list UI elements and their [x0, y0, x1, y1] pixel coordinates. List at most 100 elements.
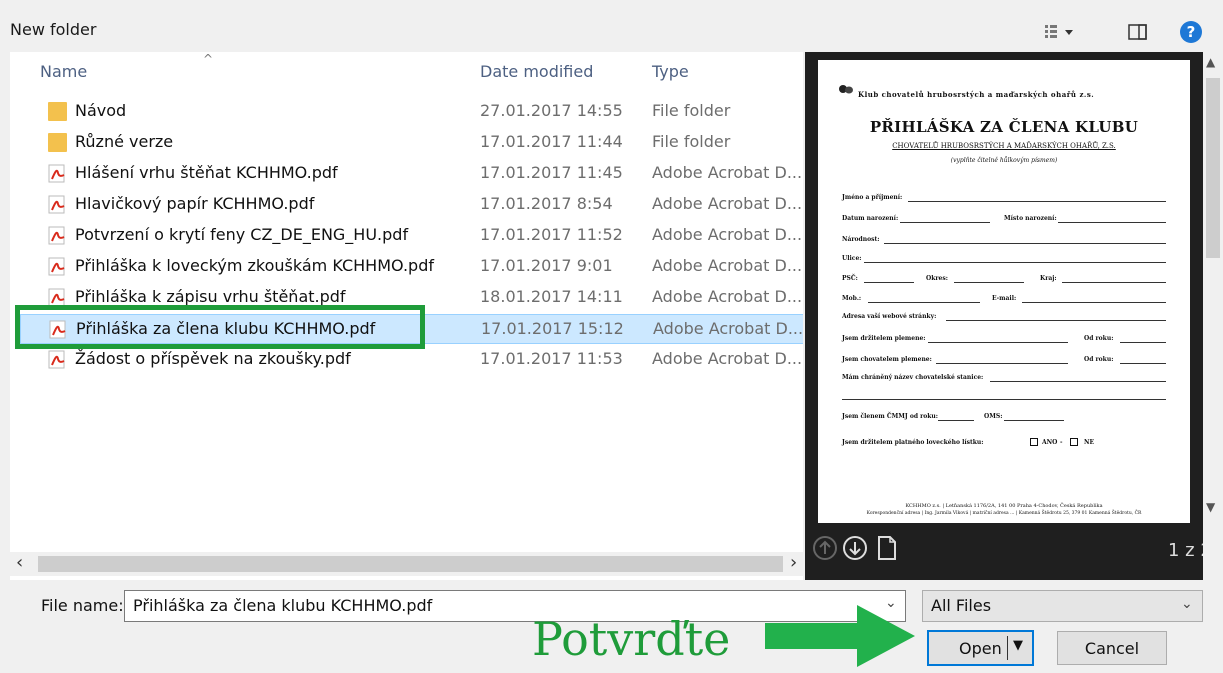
field-street: Ulice:	[842, 255, 862, 262]
file-name: Přihláška k loveckým zkouškám KCHHMO.pdf	[75, 256, 434, 275]
document-org-name: Klub chovatelů hrubosrstých a maďarských…	[858, 90, 1095, 99]
file-date: 17.01.2017 11:53	[480, 349, 623, 368]
file-row[interactable]: Přihláška k loveckým zkouškám KCHHMO.pdf…	[20, 252, 803, 282]
document-subtitle: CHOVATELŮ HRUBOSRSTÝCH A MAĎARSKÝCH OHAŘ…	[892, 142, 1116, 150]
column-header-date[interactable]: Date modified	[480, 62, 593, 81]
arrow-up-circle-icon	[813, 536, 837, 560]
field-breeder-since: Od roku:	[1084, 356, 1114, 363]
file-name: Potvrzení o krytí feny CZ_DE_ENG_HU.pdf	[75, 225, 409, 244]
file-row[interactable]: Hlášení vrhu štěňat KCHHMO.pdf 17.01.2017…	[20, 159, 803, 189]
field-cmmj: Jsem členem ČMMJ od roku:	[842, 413, 939, 420]
file-type: Adobe Acrobat D...	[653, 319, 803, 338]
file-row[interactable]: Hlavičkový papír KCHHMO.pdf 17.01.2017 8:…	[20, 190, 803, 220]
next-page-button[interactable]	[842, 535, 868, 561]
file-row[interactable]: Různé verze 17.01.2017 11:44 File folder	[20, 128, 803, 158]
label-dash: -	[1060, 439, 1063, 446]
document-footer-address: Korespondenční adresa | Ing. Jarmila Vlk…	[866, 511, 1142, 516]
field-pob: Místo narození:	[1004, 215, 1057, 222]
open-dropdown-icon[interactable]: ▼	[1013, 638, 1023, 653]
checkbox-no	[1070, 438, 1078, 446]
field-psc: PSČ:	[842, 275, 858, 282]
new-folder-button[interactable]: New folder	[10, 20, 96, 39]
scroll-right-icon[interactable]: ›	[790, 552, 797, 573]
file-name: Žádost o příspěvek na zkoušky.pdf	[75, 349, 351, 368]
previous-page-button[interactable]	[812, 535, 838, 561]
scroll-down-icon[interactable]: ▼	[1206, 500, 1215, 514]
field-hunting: Jsem držitelem platného loveckého lístku…	[842, 439, 984, 446]
file-date: 18.01.2017 14:11	[480, 287, 623, 306]
filename-value[interactable]: Přihláška za člena klubu KCHHMO.pdf	[133, 596, 432, 615]
toolbar: New folder ?	[0, 0, 1223, 60]
confirm-annotation-text: Potvrďte	[532, 612, 731, 666]
file-date: 17.01.2017 9:01	[480, 256, 613, 275]
pdf-icon	[48, 164, 67, 183]
document-title: PŘIHLÁŠKA ZA ČLENA KLUBU	[869, 118, 1139, 136]
file-type: Adobe Acrobat D...	[652, 287, 803, 306]
field-email: E-mail:	[992, 295, 1017, 302]
page-icon	[878, 536, 896, 560]
preview-scrollbar-thumb[interactable]	[1206, 78, 1220, 258]
file-date: 17.01.2017 8:54	[480, 194, 613, 213]
file-date: 17.01.2017 11:45	[480, 163, 623, 182]
field-name: Jméno a příjmení:	[842, 194, 903, 201]
pdf-icon	[48, 195, 67, 214]
document-note: (vyplňte čitelně hůlkovým písmem)	[950, 157, 1058, 164]
document-footer: KCHHMO z.s. | Letňanská 1176/2A, 141 00 …	[905, 503, 1103, 509]
preview-pane-button[interactable]	[1128, 24, 1148, 40]
preview-document-page: Klub chovatelů hrubosrstých a maďarských…	[818, 60, 1190, 523]
file-date: 27.01.2017 14:55	[480, 101, 623, 120]
column-header-name[interactable]: Name	[40, 62, 87, 81]
field-owner-breed: Jsem držitelem plemene:	[842, 335, 926, 342]
field-mobile: Mob.:	[842, 295, 862, 302]
file-date: 17.01.2017 11:52	[480, 225, 623, 244]
file-type-value[interactable]: All Files	[931, 596, 991, 615]
selection-highlight-annotation	[15, 305, 425, 349]
file-name: Návod	[75, 101, 127, 120]
green-arrow-icon	[765, 605, 915, 667]
file-type-filter[interactable]: All Files ⌄	[922, 590, 1203, 622]
file-row[interactable]: Potvrzení o krytí feny CZ_DE_ENG_HU.pdf 1…	[20, 221, 803, 251]
club-logo-icon	[839, 85, 853, 94]
field-district: Okres:	[926, 275, 948, 282]
file-row[interactable]: Žádost o příspěvek na zkoušky.pdf 17.01.2…	[20, 345, 803, 375]
horizontal-scrollbar[interactable]: ‹ ›	[10, 552, 803, 576]
field-oms: OMS:	[984, 413, 1003, 420]
folder-icon	[48, 133, 67, 152]
single-page-button[interactable]	[874, 535, 900, 561]
field-nationality: Národnost:	[842, 236, 880, 243]
filename-label: File name:	[41, 596, 124, 615]
cancel-button[interactable]: Cancel	[1057, 631, 1167, 665]
field-web: Adresa vaší webové stránky:	[842, 313, 937, 320]
open-button[interactable]: Open ▼	[927, 630, 1034, 666]
label-yes: ANO	[1042, 439, 1058, 446]
label-no: NE	[1084, 439, 1095, 446]
file-type: Adobe Acrobat D...	[652, 349, 803, 368]
scrollbar-thumb[interactable]	[38, 556, 783, 572]
cancel-button-label: Cancel	[1084, 639, 1140, 658]
open-button-label: Open	[959, 639, 1002, 658]
view-list-icon	[1045, 25, 1073, 38]
column-header-type[interactable]: Type	[652, 62, 689, 81]
pdf-icon	[48, 257, 67, 276]
scroll-up-icon[interactable]: ▲	[1206, 55, 1215, 69]
scroll-left-icon[interactable]: ‹	[16, 552, 23, 573]
chevron-down-icon[interactable]: ⌄	[1181, 596, 1193, 612]
view-options-button[interactable]	[1045, 22, 1077, 42]
file-type: File folder	[652, 132, 731, 151]
open-split-divider	[1007, 636, 1008, 660]
file-type: Adobe Acrobat D...	[652, 163, 803, 182]
file-date: 17.01.2017 15:12	[481, 319, 624, 338]
field-owner-since: Od roku:	[1084, 335, 1114, 342]
field-kennel: Mám chráněný název chovatelské stanice:	[842, 374, 984, 381]
file-row[interactable]: Návod 27.01.2017 14:55 File folder	[20, 97, 803, 127]
file-type: Adobe Acrobat D...	[652, 225, 803, 244]
folder-icon	[48, 102, 67, 121]
nav-pane-edge	[0, 52, 10, 580]
checkbox-yes	[1030, 438, 1038, 446]
pdf-icon	[48, 226, 67, 245]
file-type: File folder	[652, 101, 731, 120]
sort-up-icon: ^	[203, 52, 214, 66]
pdf-icon	[48, 350, 67, 369]
field-dob: Datum narození:	[842, 215, 899, 222]
help-button[interactable]: ?	[1180, 21, 1202, 43]
